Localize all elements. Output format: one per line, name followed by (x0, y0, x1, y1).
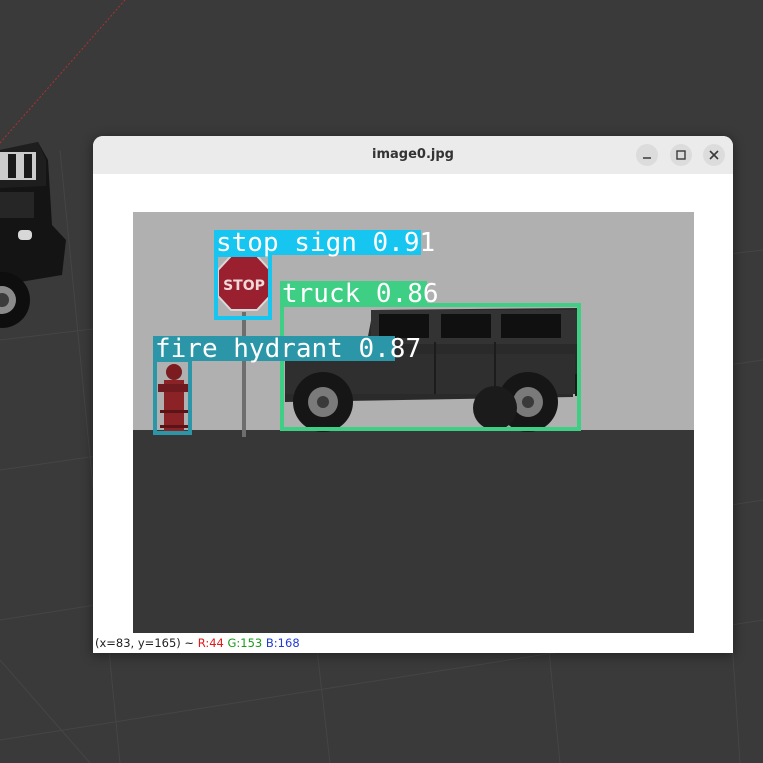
minimize-button[interactable] (636, 144, 658, 166)
status-blue: B:168 (265, 636, 300, 650)
close-icon (709, 150, 719, 160)
ground (133, 430, 694, 633)
truck-label: truck 0.86 (282, 279, 439, 309)
status-red: R:44 (197, 636, 224, 650)
maximize-button[interactable] (670, 144, 692, 166)
fire-hydrant-label: fire hydrant 0.87 (155, 334, 421, 364)
status-bar: (x=83, y=165) ~ R:44 G:153 B:168 (93, 633, 733, 653)
detection-canvas: STOP stop sign 0.91 truck 0.86 fire hydr… (133, 212, 694, 633)
maximize-icon (676, 150, 686, 160)
stop-sign-label: stop sign 0.91 (216, 228, 435, 258)
status-coords: (x=83, y=165) ~ (95, 636, 198, 650)
close-button[interactable] (703, 144, 725, 166)
detection-image[interactable]: STOP stop sign 0.91 truck 0.86 fire hydr… (133, 212, 694, 633)
image-viewer-window[interactable]: image0.jpg STOP stop sign 0.91 truck 0.8… (93, 136, 733, 653)
window-content: STOP stop sign 0.91 truck 0.86 fire hydr… (93, 174, 733, 653)
minimize-icon (643, 157, 651, 159)
title-bar[interactable]: image0.jpg (93, 136, 733, 175)
desktop-scene: image0.jpg STOP stop sign 0.91 truck 0.8… (0, 0, 763, 763)
svg-text:STOP: STOP (223, 278, 265, 294)
status-green: G:153 (227, 636, 263, 650)
